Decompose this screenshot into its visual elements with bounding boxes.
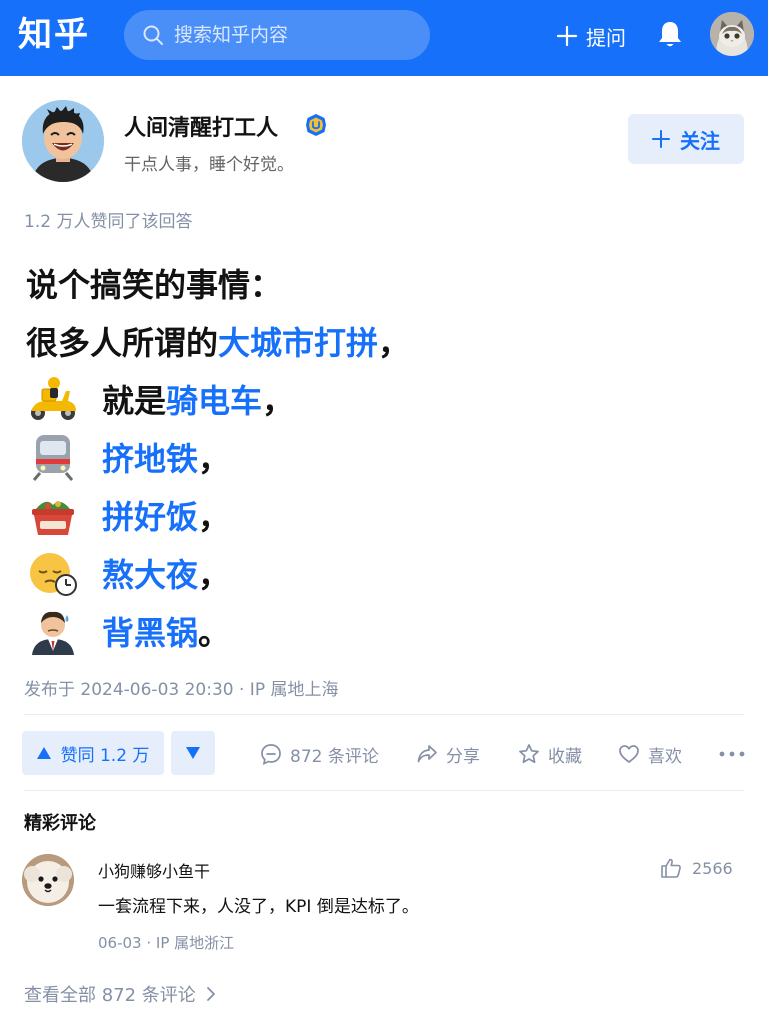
answer-text: 很多人所谓的 — [26, 324, 219, 362]
search-input[interactable] — [174, 20, 414, 50]
answer-highlight: 熬大夜 — [102, 556, 199, 594]
answer-punctuation: ， — [198, 556, 231, 594]
answer-punctuation: ， — [262, 382, 295, 420]
author-bio: 干点人事，睡个好觉。 — [124, 155, 294, 175]
verified-badge-icon — [306, 114, 326, 136]
answer-punctuation: ， — [198, 498, 231, 536]
answer-highlight: 大城市打拼 — [218, 324, 379, 362]
author-name[interactable]: 人间清醒打工人 — [124, 110, 278, 142]
divider — [24, 714, 744, 715]
answer-punctuation: 。 — [198, 614, 231, 652]
answer-text: 说个搞笑的事情： — [26, 266, 283, 304]
answer-line-1: 说个搞笑的事情： — [26, 254, 746, 312]
view-all-comments-link[interactable]: 查看全部 872 条评论 — [24, 981, 218, 1007]
heart-icon — [619, 745, 639, 763]
collect-button[interactable]: 收藏 — [518, 740, 582, 768]
comment-icon — [261, 744, 281, 765]
user-avatar[interactable] — [710, 12, 754, 56]
thumbs-up-icon — [661, 858, 681, 878]
sleepy-face-clock-icon — [30, 553, 77, 596]
commenter-name[interactable]: 小狗赚够小鱼干 — [98, 858, 210, 882]
answer-list-item: 熬大夜， — [26, 544, 746, 602]
bell-icon[interactable] — [656, 19, 684, 49]
star-icon — [519, 744, 539, 764]
answer-list-item: 就是 骑电车， — [26, 370, 746, 428]
subway-train-icon — [32, 435, 74, 481]
like-button[interactable]: 喜欢 — [618, 740, 682, 768]
fluffy-dog-avatar — [22, 854, 74, 906]
answer-highlight: 背黑锅 — [102, 614, 199, 652]
ask-question-button[interactable]: 提问 — [556, 20, 626, 52]
delivery-scooter-icon — [31, 377, 76, 420]
chevron-right-icon — [206, 987, 215, 1001]
upvote-button[interactable]: 赞同 1.2 万 — [22, 731, 164, 775]
answer-highlight: 拼好饭 — [102, 498, 199, 536]
answer-text: 就是 — [102, 382, 167, 420]
answer-list-item: 拼好饭， — [26, 486, 746, 544]
comment-text: 一套流程下来，人没了，KPI 倒是达标了。 — [98, 897, 419, 917]
answer-list-item: 挤地铁， — [26, 428, 746, 486]
downvote-button[interactable] — [171, 731, 215, 775]
author-avatar[interactable] — [22, 100, 104, 182]
comment-button[interactable]: 872 条评论 — [260, 740, 379, 768]
answer-punctuation: ， — [378, 324, 411, 362]
cat-avatar — [710, 12, 754, 56]
divider — [24, 790, 744, 791]
answer-punctuation: ， — [198, 440, 231, 478]
share-icon — [417, 745, 437, 763]
publish-info: 发布于 2024-06-03 20:30 · IP 属地上海 — [24, 680, 339, 700]
view-all-comments-label: 查看全部 872 条评论 — [24, 985, 196, 1006]
answer-list-item: 背黑锅。 — [26, 602, 746, 660]
commenter-avatar[interactable] — [22, 854, 74, 906]
answer-highlight: 挤地铁 — [102, 440, 199, 478]
triangle-up-icon — [36, 747, 51, 759]
search-icon — [143, 25, 163, 45]
follow-button[interactable]: 关注 — [628, 114, 744, 164]
more-options-icon[interactable] — [718, 744, 746, 764]
zhihu-logo[interactable]: 知乎 — [18, 12, 90, 58]
share-label: 分享 — [446, 746, 480, 767]
answer-line-2: 很多人所谓的 大城市打拼， — [26, 312, 746, 370]
comment-count-label: 872 条评论 — [290, 746, 379, 767]
upvote-label: 赞同 1.2 万 — [60, 745, 150, 766]
triangle-down-icon — [186, 747, 200, 759]
answer-content: 说个搞笑的事情： 很多人所谓的 大城市打拼， 就是 骑电车， 挤地铁， 拼好饭 … — [26, 254, 746, 660]
comment-like-count: 2566 — [692, 858, 733, 878]
follow-label: 关注 — [680, 128, 720, 153]
search-box[interactable] — [124, 10, 430, 60]
laughing-man-avatar — [22, 100, 104, 182]
agree-count-note: 1.2 万人赞同了该回答 — [24, 212, 193, 232]
ask-label: 提问 — [586, 25, 626, 50]
sweating-businessman-icon — [32, 611, 74, 655]
collect-label: 收藏 — [548, 746, 582, 767]
plus-icon — [652, 130, 670, 148]
share-button[interactable]: 分享 — [416, 740, 480, 768]
takeout-box-icon — [32, 501, 74, 535]
comment-like-button[interactable]: 2566 — [660, 857, 733, 879]
answer-highlight: 骑电车 — [166, 382, 263, 420]
top-navigation-bar: 知乎 提问 — [0, 0, 768, 76]
featured-comments-title: 精彩评论 — [24, 813, 96, 834]
like-label: 喜欢 — [648, 746, 682, 767]
comment-meta: 06-03 · IP 属地浙江 — [98, 934, 235, 952]
plus-icon — [556, 25, 578, 47]
